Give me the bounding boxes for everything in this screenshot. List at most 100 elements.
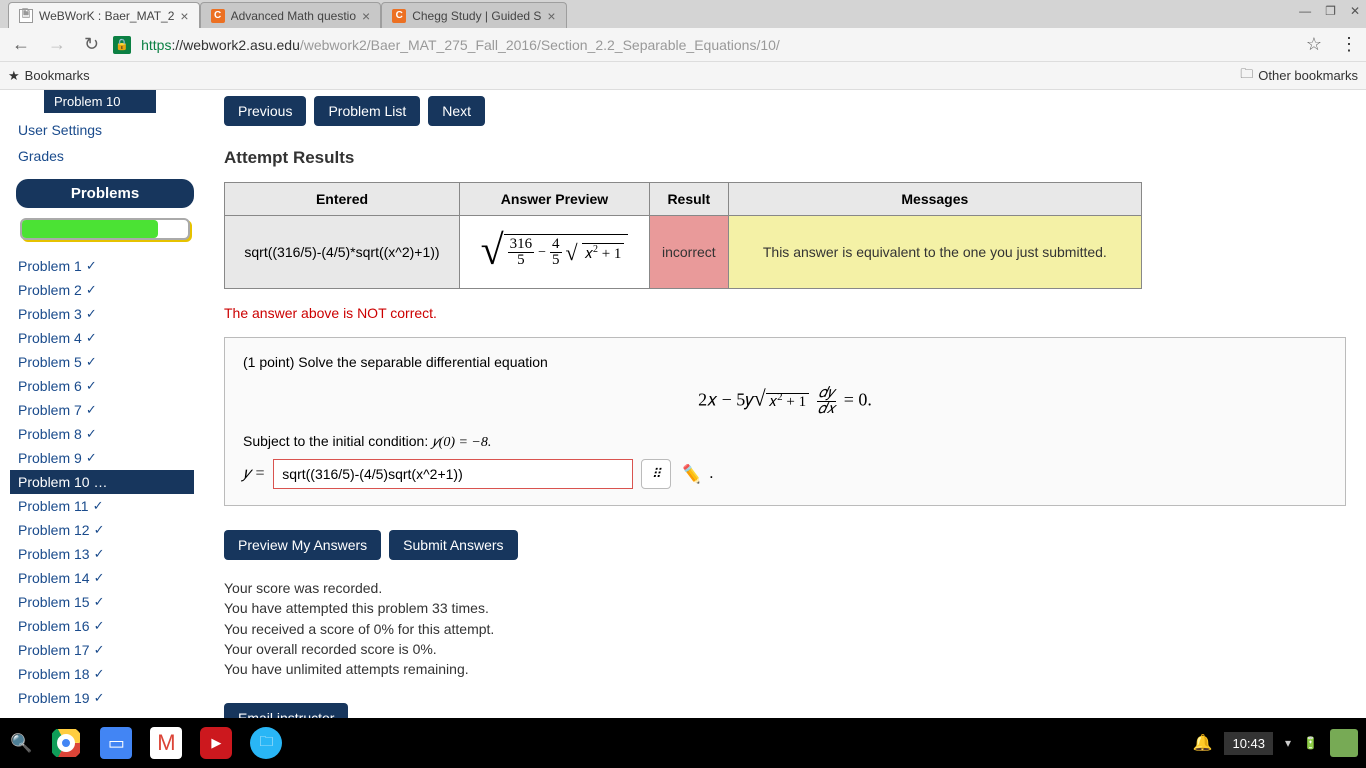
file-icon: 🗎 xyxy=(19,9,33,23)
sidebar-problem-18[interactable]: Problem 18 ✓ xyxy=(16,662,194,686)
check-icon: ✓ xyxy=(86,306,97,322)
sidebar: Problem 10 User Settings Grades Problems… xyxy=(0,90,200,718)
sidebar-problem-6[interactable]: Problem 6 ✓ xyxy=(16,374,194,398)
check-icon: ✓ xyxy=(86,378,97,394)
results-table: Entered Answer Preview Result Messages s… xyxy=(224,182,1142,289)
gmail-icon[interactable]: M xyxy=(150,727,182,759)
preview-answers-button[interactable]: Preview My Answers xyxy=(224,530,381,560)
address-bar[interactable]: https://webwork2.asu.edu/webwork2/Baer_M… xyxy=(141,37,1296,53)
close-icon[interactable]: × xyxy=(547,8,555,24)
previous-button[interactable]: Previous xyxy=(224,96,306,126)
sidebar-problem-3[interactable]: Problem 3 ✓ xyxy=(16,302,194,326)
pencil-icon[interactable]: ✏️ xyxy=(679,464,701,485)
avatar[interactable] xyxy=(1330,729,1358,757)
sidebar-problem-19[interactable]: Problem 19 ✓ xyxy=(16,686,194,710)
sidebar-problem-5[interactable]: Problem 5 ✓ xyxy=(16,350,194,374)
chrome-icon[interactable] xyxy=(50,727,82,759)
bookmark-star-icon[interactable]: ☆ xyxy=(1306,34,1322,55)
check-icon: ✓ xyxy=(94,546,105,562)
browser-tab-1[interactable]: 🗎 WeBWorK : Baer_MAT_2 × xyxy=(8,2,200,28)
files-icon[interactable]: 🗀 xyxy=(250,727,282,759)
sidebar-problem-14[interactable]: Problem 14 ✓ xyxy=(16,566,194,590)
reload-icon[interactable]: ↻ xyxy=(80,34,103,55)
sidebar-problem-11[interactable]: Problem 11 ✓ xyxy=(16,494,194,518)
sidebar-header: Problems xyxy=(16,179,194,208)
lock-icon[interactable]: 🔒 xyxy=(113,36,131,54)
docs-icon[interactable]: ▭ xyxy=(100,727,132,759)
sidebar-problem-8[interactable]: Problem 8 ✓ xyxy=(16,422,194,446)
tab-title: WeBWorK : Baer_MAT_2 xyxy=(39,9,174,23)
notifications-icon[interactable]: 🔔 xyxy=(1193,733,1213,753)
close-window-icon[interactable]: ✕ xyxy=(1350,4,1360,18)
sidebar-grades[interactable]: Grades xyxy=(16,143,194,169)
check-icon: ✓ xyxy=(94,618,105,634)
sidebar-problem-10[interactable]: Problem 10 … xyxy=(10,470,194,494)
bookmarks-button[interactable]: ★ Bookmarks xyxy=(8,68,90,84)
check-icon: ✓ xyxy=(86,354,97,370)
email-instructor-button[interactable]: Email instructor xyxy=(224,703,348,718)
chegg-icon: C xyxy=(211,9,225,23)
error-message: The answer above is NOT correct. xyxy=(224,305,1346,321)
next-button[interactable]: Next xyxy=(428,96,485,126)
star-icon: ★ xyxy=(8,68,20,84)
col-messages: Messages xyxy=(728,183,1141,216)
chegg-icon: C xyxy=(392,9,406,23)
col-preview: Answer Preview xyxy=(460,183,650,216)
sidebar-problem-12[interactable]: Problem 12 ✓ xyxy=(16,518,194,542)
result-cell: incorrect xyxy=(650,216,729,289)
youtube-icon[interactable]: ▶ xyxy=(200,727,232,759)
taskbar: 🔍 ▭ M ▶ 🗀 🔔 10:43 ▾ 🔋 xyxy=(0,718,1366,768)
col-result: Result xyxy=(650,183,729,216)
close-icon[interactable]: × xyxy=(362,8,370,24)
question-text: (1 point) Solve the separable differenti… xyxy=(243,354,1327,370)
check-icon: ✓ xyxy=(94,690,105,706)
check-icon: ✓ xyxy=(94,522,105,538)
y-equals-label: 𝑦 = xyxy=(243,465,265,483)
tab-title: Advanced Math questio xyxy=(231,9,356,23)
sidebar-problem-1[interactable]: Problem 1 ✓ xyxy=(16,254,194,278)
sidebar-problem-9[interactable]: Problem 9 ✓ xyxy=(16,446,194,470)
browser-tab-2[interactable]: C Advanced Math questio × xyxy=(200,2,382,28)
battery-icon[interactable]: 🔋 xyxy=(1303,736,1318,750)
sidebar-problem-4[interactable]: Problem 4 ✓ xyxy=(16,326,194,350)
sidebar-problem-17[interactable]: Problem 17 ✓ xyxy=(16,638,194,662)
sidebar-problem-15[interactable]: Problem 15 ✓ xyxy=(16,590,194,614)
differential-equation: 2𝑥 − 5𝑦√𝑥2 + 1 𝑑𝑦𝑑𝑥 = 0. xyxy=(243,386,1327,417)
entered-cell: sqrt((316/5)-(4/5)*sqrt((x^2)+1)) xyxy=(225,216,460,289)
browser-tab-3[interactable]: C Chegg Study | Guided S × xyxy=(381,2,566,28)
score-info: Your score was recorded. You have attemp… xyxy=(224,578,1346,679)
search-icon[interactable]: 🔍 xyxy=(10,733,32,754)
other-bookmarks-button[interactable]: 🗀 Other bookmarks xyxy=(1240,65,1358,87)
menu-icon[interactable]: ⋮ xyxy=(1332,34,1358,55)
sidebar-problem-7[interactable]: Problem 7 ✓ xyxy=(16,398,194,422)
check-icon: ✓ xyxy=(93,498,104,514)
tab-title: Chegg Study | Guided S xyxy=(412,9,541,23)
sidebar-problem-2[interactable]: Problem 2 ✓ xyxy=(16,278,194,302)
submit-answers-button[interactable]: Submit Answers xyxy=(389,530,517,560)
minimize-icon[interactable]: — xyxy=(1299,4,1311,18)
wifi-icon[interactable]: ▾ xyxy=(1285,736,1291,750)
check-icon: ✓ xyxy=(94,594,105,610)
question-box: (1 point) Solve the separable differenti… xyxy=(224,337,1346,506)
message-cell: This answer is equivalent to the one you… xyxy=(728,216,1141,289)
back-icon[interactable]: ← xyxy=(8,34,34,55)
equation-editor-icon[interactable]: ⠿ xyxy=(641,459,671,489)
clock[interactable]: 10:43 xyxy=(1224,732,1273,755)
check-icon: ✓ xyxy=(86,282,97,298)
sidebar-current-problem[interactable]: Problem 10 xyxy=(44,90,156,113)
preview-cell: √ 3165 − 45 √𝑥2 + 1 xyxy=(460,216,650,289)
progress-bar xyxy=(20,218,190,240)
answer-input[interactable] xyxy=(273,459,633,489)
problem-list-button[interactable]: Problem List xyxy=(314,96,420,126)
restore-icon[interactable]: ❐ xyxy=(1325,4,1336,18)
sidebar-problem-13[interactable]: Problem 13 ✓ xyxy=(16,542,194,566)
check-icon: ✓ xyxy=(86,330,97,346)
sidebar-problem-16[interactable]: Problem 16 ✓ xyxy=(16,614,194,638)
close-icon[interactable]: × xyxy=(180,8,188,24)
check-icon: ✓ xyxy=(94,642,105,658)
check-icon: ✓ xyxy=(86,450,97,466)
check-icon: ✓ xyxy=(86,426,97,442)
sidebar-user-settings[interactable]: User Settings xyxy=(16,117,194,143)
section-title: Attempt Results xyxy=(224,148,1346,168)
folder-icon: 🗀 xyxy=(1240,65,1253,87)
